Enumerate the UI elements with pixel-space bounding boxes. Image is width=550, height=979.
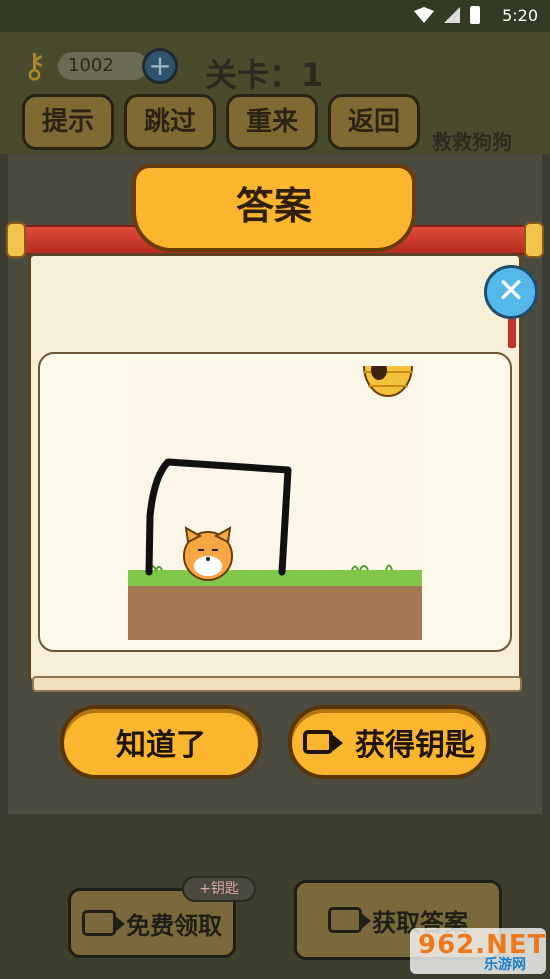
- close-icon: ✕: [496, 271, 526, 311]
- ok-label: 知道了: [116, 728, 206, 763]
- scene-drawing: [128, 366, 422, 640]
- dialog-title: 答案: [132, 164, 416, 252]
- no-signal-icon: [444, 7, 460, 23]
- battery-icon: [470, 6, 480, 24]
- status-icons: [414, 6, 480, 24]
- hint-button[interactable]: 提示: [22, 94, 114, 150]
- scroll-end-right: [524, 222, 544, 258]
- plus-key-tag: +钥匙: [182, 876, 256, 902]
- key-counter: 1002 ⚷ +: [22, 44, 178, 88]
- watermark-main: 962.NET: [418, 930, 547, 960]
- game-hud: 1002 ⚷ + 关卡：1 提示 跳过 重来 返回 救救狗狗: [0, 32, 550, 154]
- beehive-icon: [363, 366, 413, 397]
- status-bar: 5:20: [0, 0, 550, 32]
- game-name: 救救狗狗: [432, 130, 512, 154]
- grass-tufts: [147, 564, 393, 571]
- level-label: 关卡：1: [205, 56, 324, 94]
- video-camera-icon: [303, 730, 343, 754]
- scroll-bottom: [32, 676, 522, 692]
- grass: [128, 570, 422, 586]
- skip-button[interactable]: 跳过: [124, 94, 216, 150]
- get-key-button[interactable]: 获得钥匙: [288, 705, 490, 779]
- video-camera-icon: [82, 910, 125, 936]
- close-button[interactable]: ✕: [484, 265, 538, 319]
- key-count: 1002: [58, 52, 148, 80]
- wifi-icon: [414, 7, 434, 23]
- dog-icon: [183, 526, 233, 581]
- video-camera-icon: [328, 907, 371, 933]
- back-button[interactable]: 返回: [328, 94, 420, 150]
- watermark-sub: 乐游网: [484, 957, 526, 973]
- restart-button[interactable]: 重来: [226, 94, 318, 150]
- key-icon: ⚷: [22, 46, 47, 86]
- free-claim-label: 免费领取: [126, 911, 222, 940]
- watermark-logo: 962.NET 乐游网: [410, 928, 546, 974]
- get-key-label: 获得钥匙: [355, 728, 475, 763]
- tassel: [508, 318, 516, 348]
- answer-scene: [128, 366, 422, 640]
- ok-button[interactable]: 知道了: [60, 705, 262, 779]
- add-keys-button[interactable]: +: [142, 48, 178, 84]
- status-time: 5:20: [502, 6, 538, 25]
- scroll-end-left: [6, 222, 26, 258]
